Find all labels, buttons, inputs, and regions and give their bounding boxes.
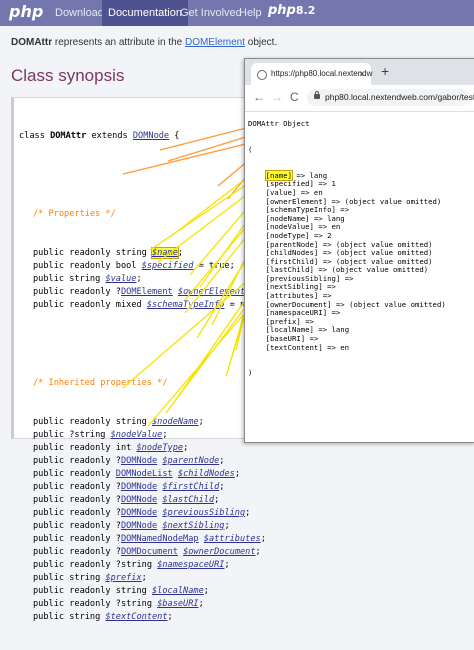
lock-icon [314,91,320,99]
property-modifiers: public readonly ? [33,547,121,557]
output-value: => en [322,342,350,352]
property-modifiers: public readonly [33,469,116,479]
globe-icon [257,70,267,80]
output-key: [textContent] [265,342,323,352]
property-name-link[interactable]: $prefix [105,573,141,583]
code-line: public readonly ?DOMNamedNodeMap $attrib… [19,533,266,546]
new-tab-button[interactable]: + [381,63,389,79]
output-value: => lang [313,325,350,335]
output-header: DOMAttr Object [248,119,310,129]
property-suffix: ; [219,482,225,492]
output-value: => [340,273,354,283]
code-line: public readonly ?string $namespaceURI; [19,559,266,572]
code-line: public readonly ?string $baseURI; [19,598,266,611]
property-suffix: ; [203,586,209,596]
property-suffix: ; [234,469,241,479]
property-suffix: ; [255,547,261,557]
property-suffix: ; [214,495,220,505]
property-name-link[interactable]: $ownerDocument [183,547,255,557]
property-name-link[interactable]: $namespaceURI [157,560,224,570]
property-name-link[interactable]: $attributes [204,534,261,544]
property-modifiers: public string [33,612,106,622]
property-suffix: ; [224,521,230,531]
property-modifiers: public readonly ? [33,534,121,544]
property-modifiers: public readonly ? [33,508,121,518]
property-name-link[interactable]: $previousSibling [162,508,245,518]
code-line: public readonly ?DOMDocument $ownerDocum… [19,546,266,559]
property-suffix: ; [224,560,230,570]
type-link[interactable]: DOMNode [121,482,157,492]
type-link[interactable]: DOMDocument [121,547,178,557]
code-line: public readonly ?DOMNode $previousSiblin… [19,507,266,520]
code-line: public readonly ?DOMNode $parentNode; [19,455,266,468]
code-line: public readonly int $nodeType; [19,442,266,455]
property-suffix: ; [183,443,189,453]
tab-bar: https://php80.local.nextendw × + [245,59,474,85]
property-modifiers: public readonly ?string [33,560,158,570]
back-icon[interactable]: ← [253,90,265,104]
type-link[interactable]: DOMNode [121,508,157,518]
property-suffix: ; [245,508,251,518]
property-name-link[interactable]: $firstChild [162,482,219,492]
code-line: public readonly DOMNodeList $childNodes; [19,468,266,481]
property-modifiers: public readonly string [33,586,152,596]
property-modifiers: public string [33,573,106,583]
code-line: public readonly ?DOMNode $nextSibling; [19,520,266,533]
type-link[interactable]: DOMNode [121,495,157,505]
type-link[interactable]: DOMNode [121,456,157,466]
code-line: public string $textContent; [19,611,266,624]
code-line: public readonly ?DOMNode $lastChild; [19,494,266,507]
property-name-link[interactable]: $lastChild [162,495,214,505]
type-link[interactable]: DOMNodeList [116,469,173,479]
property-suffix: ; [167,612,173,622]
property-modifiers: public readonly ?string [33,599,158,609]
tab-title: https://php80.local.nextendw [271,69,373,78]
output-row: [textContent] => en [248,342,446,353]
property-suffix: ; [219,456,225,466]
code-line: public readonly ?DOMNode $firstChild; [19,481,266,494]
type-link[interactable]: DOMNode [121,521,157,531]
property-name-link[interactable]: $nodeType [136,443,183,453]
connector-value [122,139,263,175]
code-line: public readonly string $localName; [19,585,266,598]
property-modifiers: public readonly ? [33,521,121,531]
property-name-link[interactable]: $localName [152,586,204,596]
close-icon[interactable]: × [359,63,364,85]
print-r-output: DOMAttr Object ( [name] => lang [specifi… [248,119,446,378]
property-suffix: ; [141,573,147,583]
property-modifiers: public readonly ? [33,482,121,492]
property-name-link[interactable]: $textContent [105,612,167,622]
property-suffix: ; [260,534,266,544]
reload-icon[interactable]: C [290,90,299,104]
code-line: public string $prefix; [19,572,266,585]
type-link[interactable]: DOMNamedNodeMap [121,534,199,544]
property-modifiers: public readonly ? [33,495,121,505]
output-value: => (object value omitted) [331,299,446,309]
property-modifiers: public readonly int [33,443,137,453]
output-value: => [327,308,341,318]
property-suffix: ; [198,599,204,609]
property-modifiers: public readonly ? [33,456,121,466]
property-name-link[interactable]: $childNodes [178,469,235,479]
property-name-link[interactable]: $baseURI [157,599,198,609]
forward-icon[interactable]: → [271,90,283,104]
property-name-link[interactable]: $parentNode [162,456,219,466]
browser-tab[interactable]: https://php80.local.nextendw × [251,63,373,85]
property-name-link[interactable]: $nextSibling [162,521,224,531]
browser-window: https://php80.local.nextendw × + ← → C p… [244,58,474,443]
